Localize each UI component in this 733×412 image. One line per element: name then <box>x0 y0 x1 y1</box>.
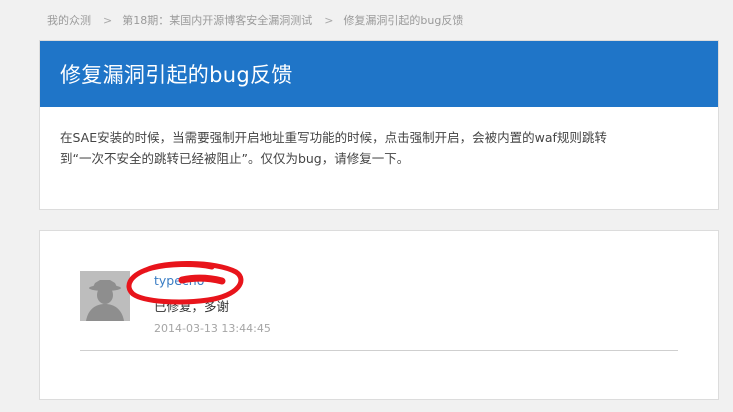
breadcrumb-separator: > <box>324 14 334 27</box>
breadcrumb-current: 修复漏洞引起的bug反馈 <box>343 14 464 27</box>
issue-description: 在SAE安装的时候，当需要强制开启地址重写功能的时候，点击强制开启，会被内置的w… <box>40 107 718 169</box>
issue-description-line: 在SAE安装的时候，当需要强制开启地址重写功能的时候，点击强制开启，会被内置的w… <box>60 130 607 145</box>
comments-card: typecho 已修复，多谢 2014-03-13 13:44:45 <box>39 230 719 400</box>
comment-timestamp: 2014-03-13 13:44:45 <box>154 322 271 335</box>
breadcrumb-separator: > <box>103 14 113 27</box>
avatar[interactable] <box>80 271 130 321</box>
issue-description-line: 到“一次不安全的跳转已经被阻止”。仅仅为bug，请修复一下。 <box>60 151 410 166</box>
issue-title: 修复漏洞引起的bug反馈 <box>60 63 293 87</box>
breadcrumb-home[interactable]: 我的众测 <box>47 14 91 27</box>
breadcrumb: 我的众测 > 第18期：某国内开源博客安全漏洞测试 > 修复漏洞引起的bug反馈 <box>47 12 463 28</box>
breadcrumb-project[interactable]: 第18期：某国内开源博客安全漏洞测试 <box>122 14 312 27</box>
user-silhouette-icon <box>80 271 130 321</box>
comment-text: 已修复，多谢 <box>154 299 230 314</box>
comment-item: typecho 已修复，多谢 2014-03-13 13:44:45 <box>80 269 678 351</box>
issue-card: 修复漏洞引起的bug反馈 在SAE安装的时候，当需要强制开启地址重写功能的时候，… <box>39 40 719 210</box>
comment-author-link[interactable]: typecho <box>154 273 204 288</box>
issue-header: 修复漏洞引起的bug反馈 <box>40 41 718 107</box>
